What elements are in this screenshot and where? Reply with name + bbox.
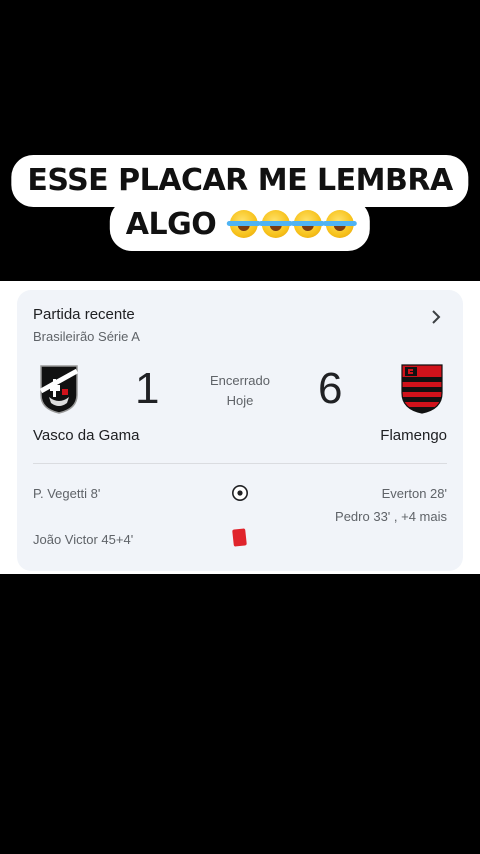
- caption-line-2-text: ALGO: [125, 207, 217, 242]
- away-goal-scorers-more: Pedro 33' , +4 mais: [335, 509, 447, 524]
- divider: [33, 463, 447, 464]
- away-goal-scorer: Everton 28': [381, 486, 447, 501]
- laughing-emoji-icon: [291, 210, 326, 238]
- caption-line-2: ALGO: [109, 199, 371, 251]
- red-card-player: João Victor 45+4': [33, 532, 134, 547]
- laughing-emoji-icon: [259, 210, 294, 238]
- recent-match-card[interactable]: Partida recente Brasileirão Série A 1 En…: [17, 290, 463, 571]
- red-card-icon: [232, 528, 247, 547]
- chevron-right-icon[interactable]: [427, 306, 445, 328]
- home-team-name: Vasco da Gama: [33, 427, 140, 444]
- competition-label: Brasileirão Série A: [33, 329, 140, 344]
- away-team-name: Flamengo: [380, 427, 447, 444]
- soccer-ball-icon: [232, 485, 248, 501]
- laughing-emoji-icon: [323, 210, 358, 238]
- laughing-emoji-icon: [227, 210, 262, 238]
- match-date: Hoje: [226, 393, 254, 408]
- away-score: 6: [318, 364, 343, 413]
- flamengo-crest-icon: [401, 364, 443, 414]
- match-status: Encerrado: [210, 373, 270, 388]
- home-goal-scorer: P. Vegetti 8': [33, 486, 101, 501]
- card-title: Partida recente: [33, 306, 135, 323]
